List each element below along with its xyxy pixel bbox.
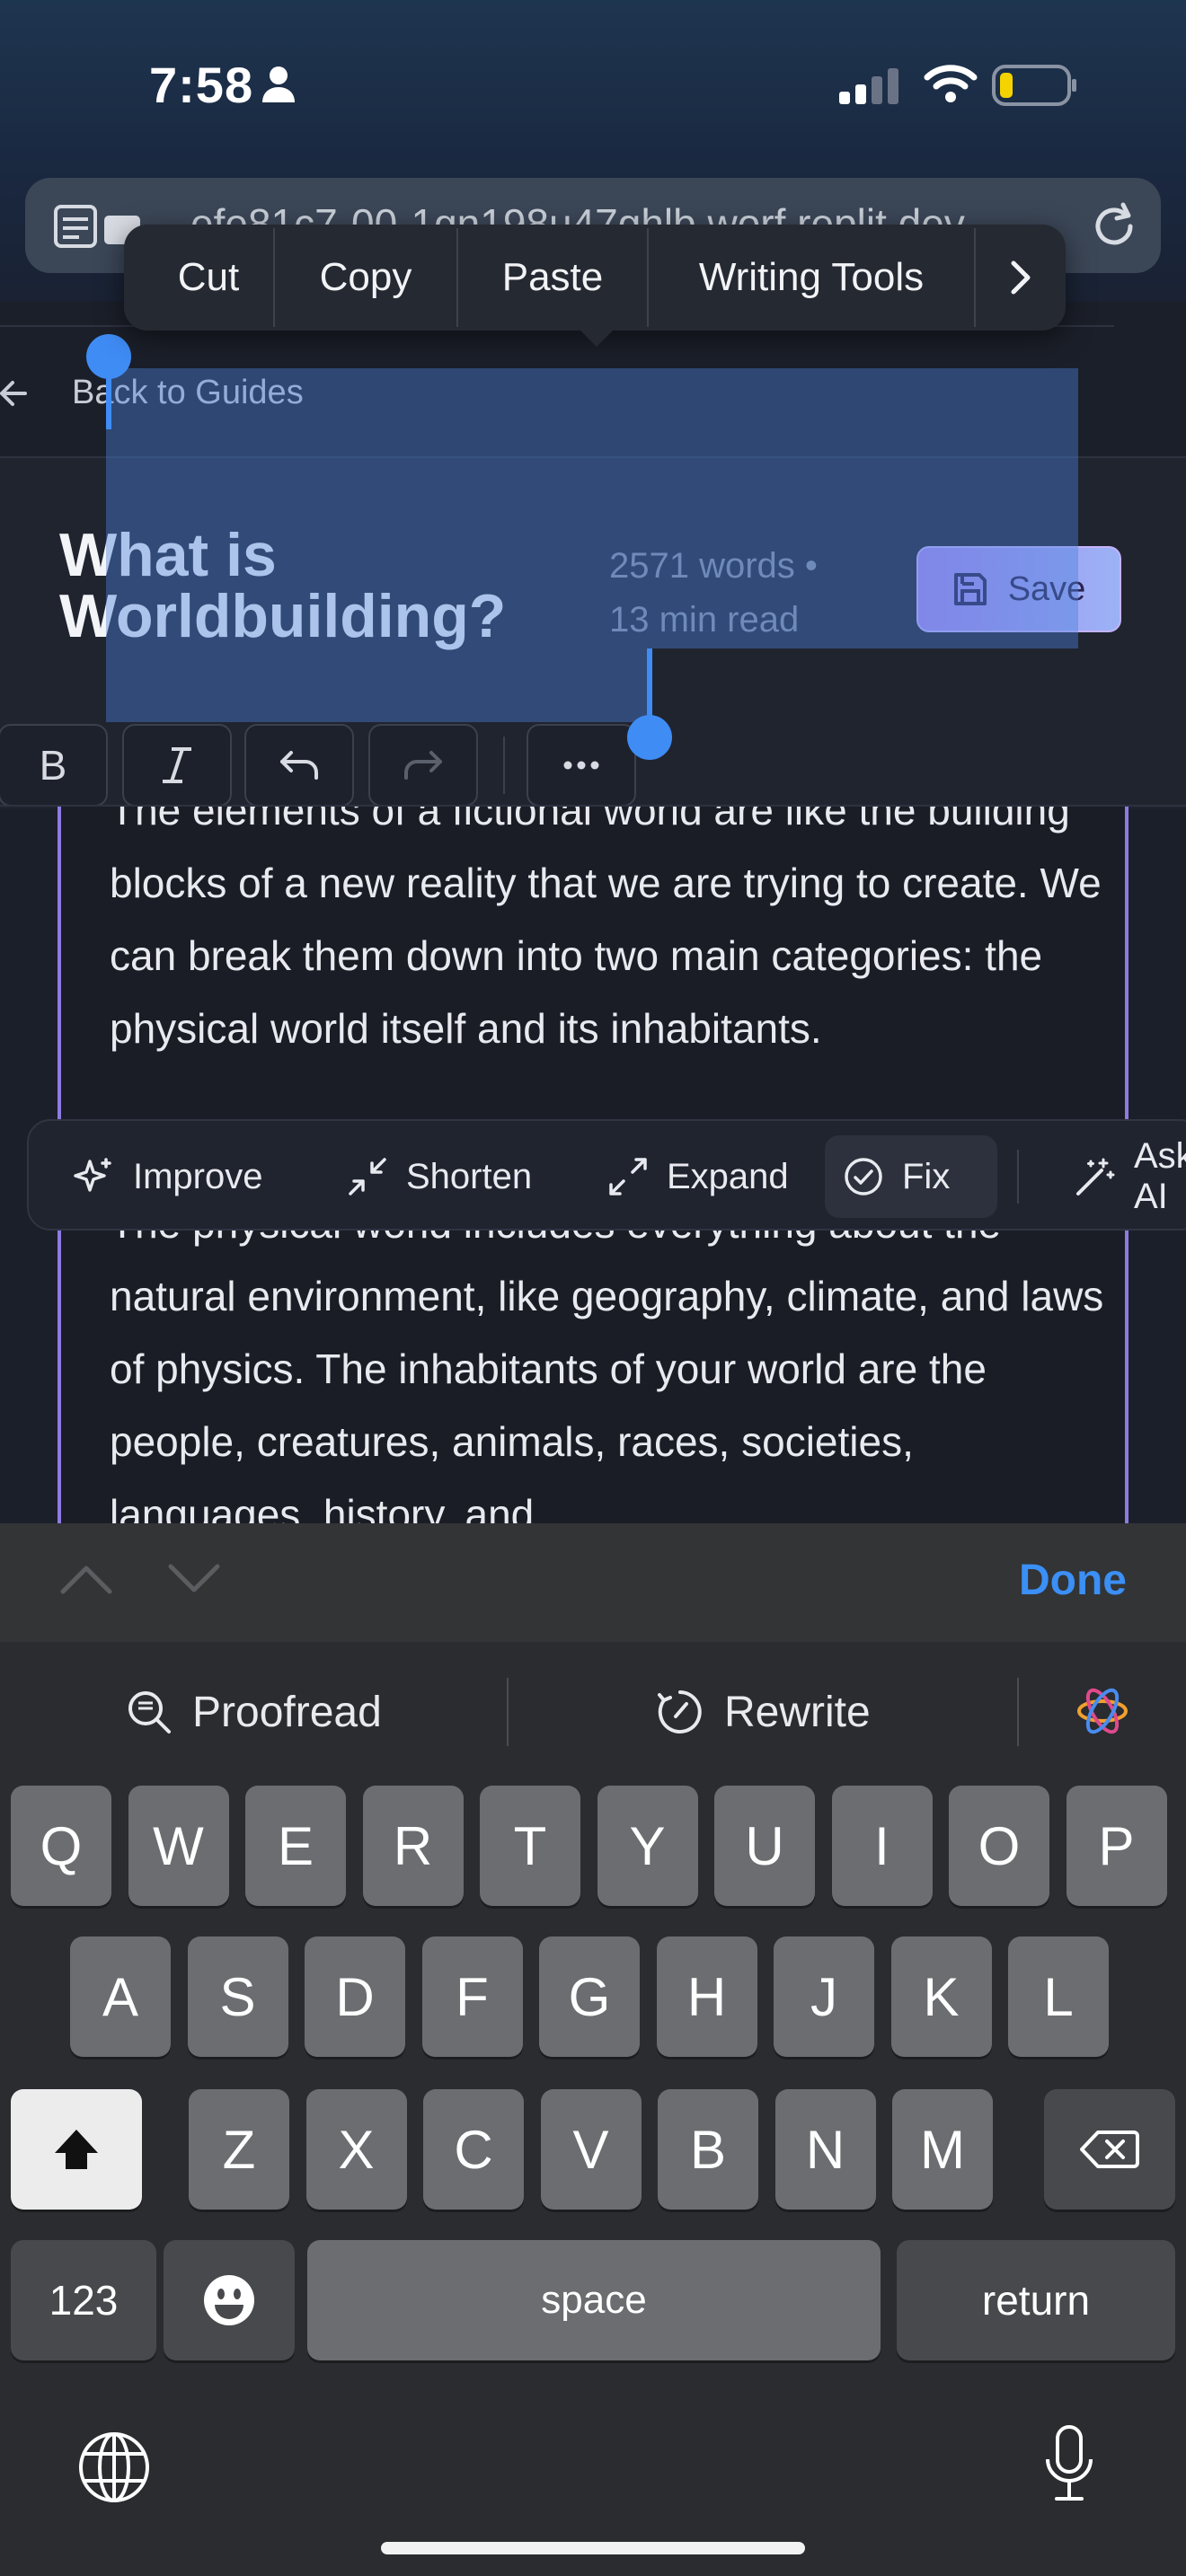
person-icon	[261, 65, 296, 104]
previous-field-chevron-up-icon[interactable]	[59, 1563, 113, 1595]
emoji-icon	[201, 2272, 257, 2328]
delete-key[interactable]	[1044, 2089, 1175, 2210]
separator	[507, 1678, 509, 1746]
more-options-button[interactable]	[527, 724, 636, 807]
separator	[1017, 1678, 1019, 1746]
cut-menu-item[interactable]: Cut	[144, 225, 273, 331]
apple-intelligence-icon[interactable]	[1075, 1683, 1130, 1739]
text-selection	[106, 648, 649, 722]
key-m[interactable]: M	[892, 2089, 993, 2210]
key-f[interactable]: F	[421, 1936, 523, 2057]
space-key[interactable]: space	[307, 2240, 881, 2360]
magic-wand-icon	[1075, 1156, 1116, 1197]
proofread-suggestion[interactable]: Proofread	[126, 1676, 382, 1748]
sparkles-icon	[74, 1156, 115, 1197]
shorten-label: Shorten	[406, 1156, 533, 1196]
rewrite-label: Rewrite	[724, 1688, 871, 1736]
key-q[interactable]: Q	[11, 1786, 111, 1906]
redo-icon	[403, 749, 444, 781]
key-y[interactable]: Y	[597, 1786, 698, 1906]
next-field-chevron-down-icon[interactable]	[167, 1563, 221, 1595]
wifi-icon	[924, 63, 978, 104]
selection-end-handle-knob[interactable]	[627, 715, 672, 760]
shift-arrow-icon	[51, 2126, 102, 2173]
menu-next-button[interactable]	[976, 225, 1066, 331]
key-p[interactable]: P	[1066, 1786, 1167, 1906]
undo-icon	[279, 749, 320, 781]
fix-label: Fix	[902, 1156, 951, 1196]
paragraph[interactable]: The physical world includes everything a…	[110, 1187, 1107, 1525]
ask-ai-button[interactable]: Ask AI	[1057, 1135, 1186, 1218]
key-g[interactable]: G	[539, 1936, 640, 2057]
cellular-signal-icon	[839, 68, 902, 104]
bold-icon: B	[39, 742, 67, 789]
key-j[interactable]: J	[774, 1936, 874, 2057]
home-indicator	[381, 2542, 805, 2554]
text-selection	[106, 368, 1078, 648]
globe-icon[interactable]	[77, 2430, 151, 2504]
key-i[interactable]: I	[831, 1786, 933, 1906]
toolbar-separator	[503, 737, 505, 794]
check-circle-icon	[843, 1156, 884, 1197]
key-h[interactable]: H	[656, 1936, 757, 2057]
key-d[interactable]: D	[305, 1936, 405, 2057]
rewrite-suggestion[interactable]: Rewrite	[656, 1676, 871, 1748]
battery-icon	[992, 63, 1078, 108]
copy-menu-item[interactable]: Copy	[275, 225, 456, 331]
key-x[interactable]: X	[305, 2089, 407, 2210]
proofread-label: Proofread	[192, 1688, 382, 1736]
key-k[interactable]: K	[890, 1936, 992, 2057]
shift-key[interactable]	[11, 2089, 142, 2210]
done-button[interactable]: Done	[1019, 1556, 1127, 1605]
more-icon	[563, 761, 599, 770]
undo-button[interactable]	[244, 724, 354, 807]
key-u[interactable]: U	[714, 1786, 815, 1906]
improve-button[interactable]: Improve	[56, 1135, 281, 1218]
return-key[interactable]: return	[897, 2240, 1175, 2360]
writing-tools-menu-item[interactable]: Writing Tools	[649, 225, 974, 331]
status-time: 7:58	[149, 57, 254, 113]
selection-start-handle-knob[interactable]	[86, 334, 131, 379]
key-o[interactable]: O	[949, 1786, 1049, 1906]
key-w[interactable]: W	[128, 1786, 229, 1906]
chevron-right-icon	[1011, 260, 1031, 295]
redo-button[interactable]	[368, 724, 478, 807]
key-a[interactable]: A	[70, 1936, 171, 2057]
emoji-key[interactable]	[164, 2240, 295, 2360]
back-arrow-icon[interactable]	[0, 375, 27, 411]
bold-button[interactable]: B	[0, 724, 108, 807]
magnifier-icon	[126, 1689, 173, 1735]
expand-label: Expand	[667, 1156, 789, 1196]
shorten-button[interactable]: Shorten	[329, 1135, 550, 1218]
key-e[interactable]: E	[245, 1786, 346, 1906]
key-l[interactable]: L	[1008, 1936, 1109, 2057]
key-r[interactable]: R	[362, 1786, 464, 1906]
italic-button[interactable]	[122, 724, 232, 807]
expand-button[interactable]: Expand	[589, 1135, 807, 1218]
key-b[interactable]: B	[658, 2089, 758, 2210]
backspace-icon	[1080, 2129, 1139, 2170]
key-c[interactable]: C	[423, 2089, 524, 2210]
improve-label: Improve	[133, 1156, 263, 1196]
paste-menu-item[interactable]: Paste	[458, 225, 647, 331]
separator	[1017, 1150, 1019, 1204]
ask-ai-label: Ask AI	[1134, 1136, 1186, 1216]
key-z[interactable]: Z	[189, 2089, 289, 2210]
key-s[interactable]: S	[187, 1936, 288, 2057]
key-n[interactable]: N	[774, 2089, 876, 2210]
fix-button[interactable]: Fix	[825, 1135, 997, 1218]
reload-icon[interactable]	[1089, 199, 1139, 253]
rewrite-icon	[656, 1688, 704, 1736]
microphone-icon[interactable]	[1042, 2423, 1096, 2504]
numbers-key[interactable]: 123	[11, 2240, 156, 2360]
italic-icon	[159, 745, 195, 785]
key-v[interactable]: V	[540, 2089, 642, 2210]
shrink-arrows-icon	[347, 1156, 388, 1197]
expand-arrows-icon	[607, 1156, 649, 1197]
paragraph[interactable]: The elements of a fictional world are li…	[110, 807, 1107, 1065]
key-t[interactable]: T	[480, 1786, 580, 1906]
